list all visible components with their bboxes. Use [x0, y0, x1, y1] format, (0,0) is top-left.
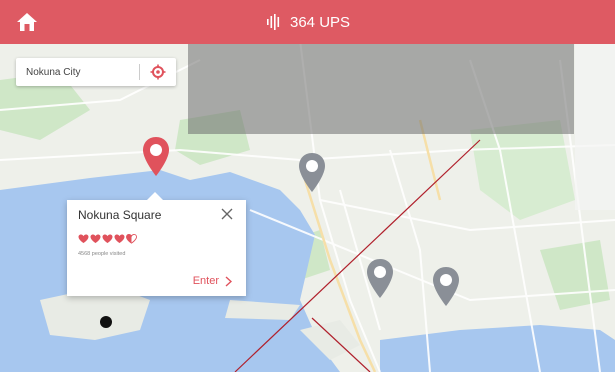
heart-icon [102, 234, 113, 244]
home-button[interactable] [14, 9, 40, 35]
heart-icon [90, 234, 101, 244]
rating-hearts [78, 234, 137, 244]
bars-icon [267, 14, 280, 30]
top-bar: 364 UPS [0, 0, 615, 44]
home-icon [17, 13, 37, 31]
ups-counter: 364 UPS [266, 12, 350, 32]
enter-button[interactable]: Enter [193, 275, 232, 287]
map-pin-selected[interactable] [142, 136, 170, 178]
city-search-box[interactable]: Nokuna City [16, 58, 176, 86]
close-icon[interactable] [220, 207, 234, 221]
visited-count: 4568 people visited [78, 251, 126, 257]
half-heart-icon [126, 234, 137, 244]
card-pointer [147, 192, 163, 200]
heart-icon [78, 234, 89, 244]
place-title: Nokuna Square [78, 208, 162, 222]
enter-label: Enter [192, 275, 219, 287]
heart-icon [114, 234, 125, 244]
ups-text: 364 UPS [290, 13, 351, 31]
map-pin[interactable] [432, 266, 460, 308]
search-divider [139, 64, 140, 80]
map-pin[interactable] [366, 258, 394, 300]
chevron-right-icon [225, 275, 232, 287]
city-search-input[interactable]: Nokuna City [26, 67, 139, 78]
place-info-card: Nokuna Square 4568 people visited Enter [67, 192, 246, 296]
locate-icon[interactable] [150, 64, 166, 80]
map-pin[interactable] [298, 152, 326, 194]
